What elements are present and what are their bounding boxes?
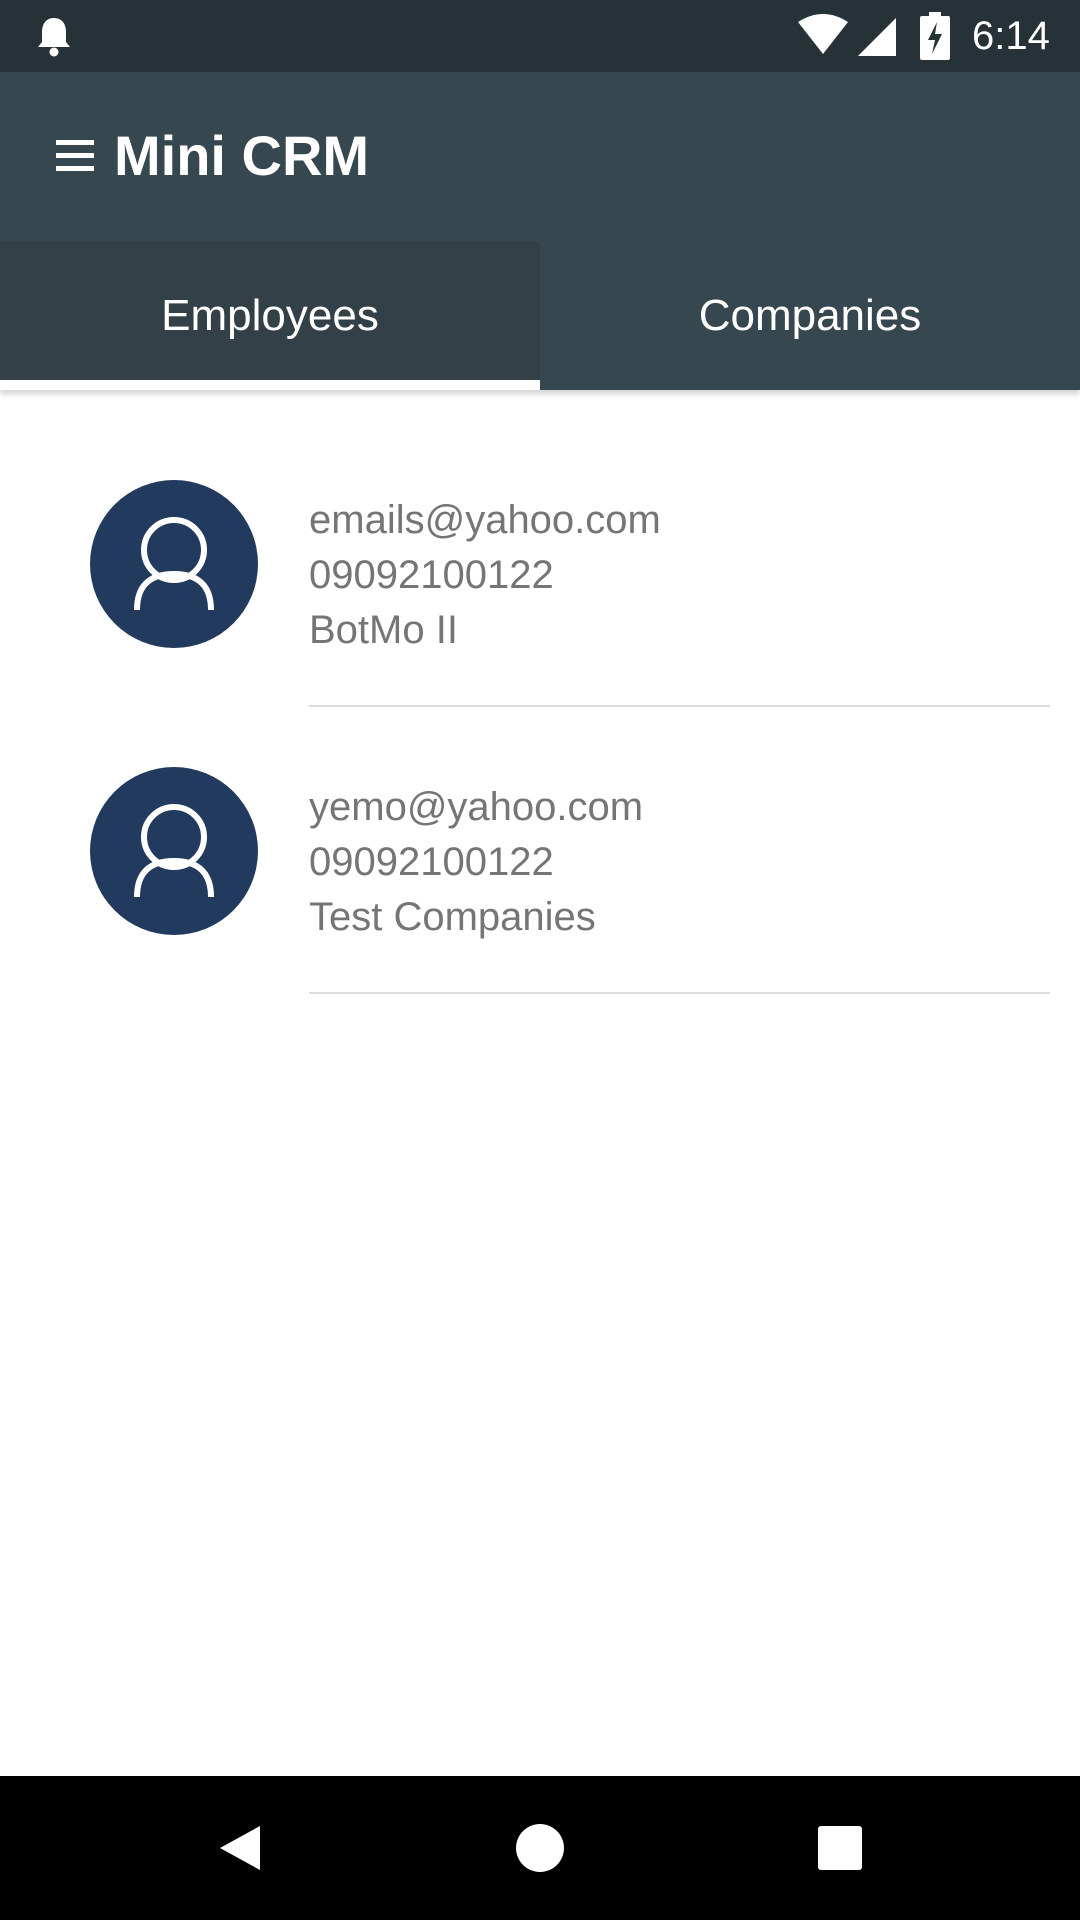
notification-bell-icon [38,18,70,57]
tab-employees[interactable]: Employees [0,242,540,390]
list-divider [309,992,1050,994]
employee-company: Test Companies [309,895,596,939]
back-icon[interactable] [210,1818,270,1878]
employee-list: emails@yahoo.com 09092100122 BotMo II ye… [0,390,1080,994]
tab-companies[interactable]: Companies [540,242,1080,390]
wifi-icon [798,14,848,54]
employee-details: emails@yahoo.com 09092100122 BotMo II [309,493,661,658]
battery-charging-icon [920,12,950,60]
active-tab-indicator [0,380,540,390]
employee-email: emails@yahoo.com [309,498,661,542]
list-item[interactable]: emails@yahoo.com 09092100122 BotMo II [0,390,1080,677]
employee-phone: 09092100122 [309,553,554,597]
status-time: 6:14 [972,14,1050,58]
home-icon[interactable] [510,1818,570,1878]
cell-signal-icon [858,18,896,56]
tab-companies-label: Companies [698,291,922,340]
employee-phone: 09092100122 [309,840,554,884]
hamburger-menu-icon[interactable] [52,136,100,180]
tab-bar: Employees Companies [0,242,1080,390]
status-bar: 6:14 [0,0,1080,72]
person-avatar-icon [90,767,258,935]
employee-email: yemo@yahoo.com [309,785,644,829]
app-bar: Mini CRM [0,72,1080,242]
app-title: Mini CRM [114,124,370,187]
list-item[interactable]: yemo@yahoo.com 09092100122 Test Companie… [0,677,1080,964]
employee-details: yemo@yahoo.com 09092100122 Test Companie… [309,780,643,945]
person-avatar-icon [90,480,258,648]
employee-company: BotMo II [309,608,458,652]
recents-icon[interactable] [810,1818,870,1878]
tab-employees-label: Employees [161,291,379,340]
navigation-bar [0,1776,1080,1920]
